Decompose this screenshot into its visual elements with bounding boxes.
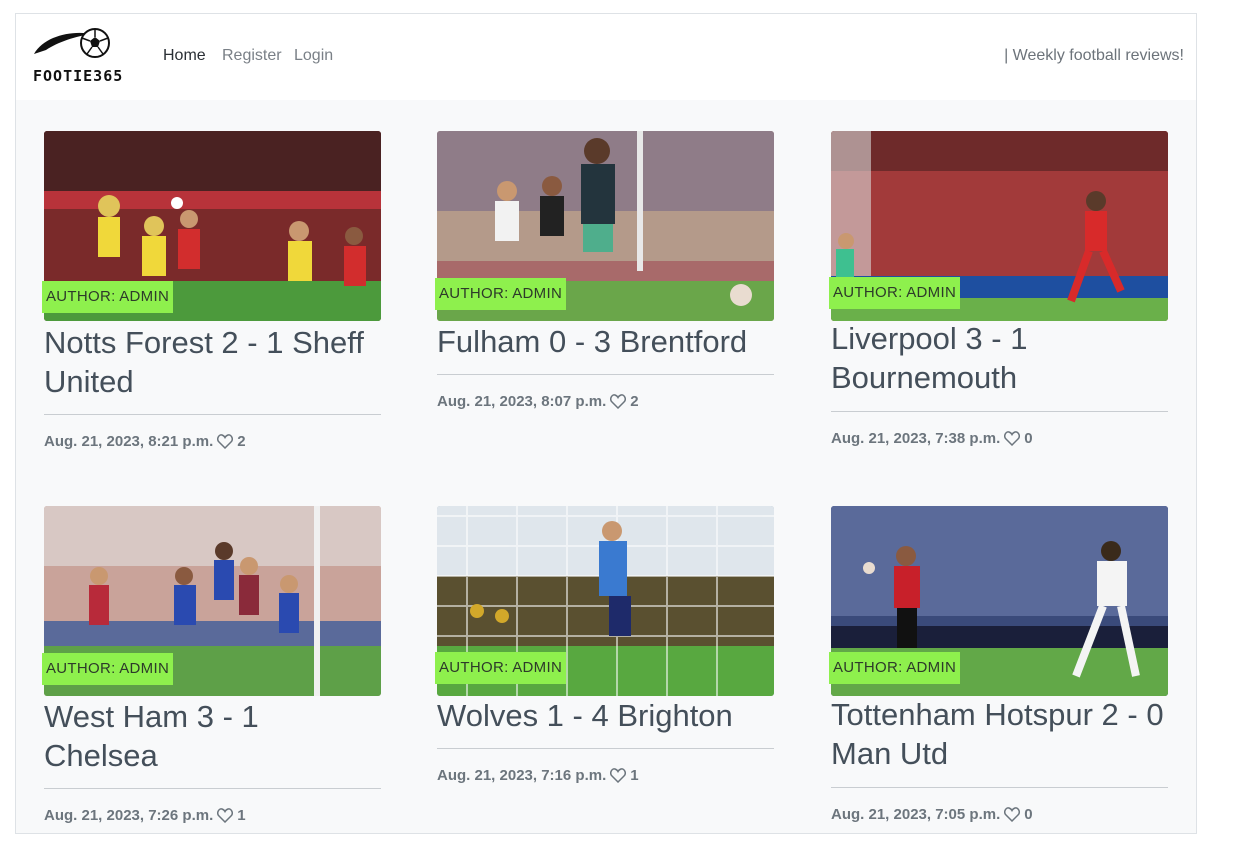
heart-icon[interactable] [610, 768, 627, 783]
brand-name: FOOTIE365 [33, 67, 124, 85]
author-badge: AUTHOR: ADMIN [829, 277, 961, 309]
nav-register-link[interactable]: Register [222, 47, 282, 65]
post-title[interactable]: West Ham 3 - 1 Chelsea [44, 697, 381, 775]
like-count: 1 [630, 767, 639, 784]
post-meta: Aug. 21, 2023, 7:05 p.m. 0 [831, 806, 1033, 823]
post-title[interactable]: Fulham 0 - 3 Brentford [437, 322, 774, 361]
divider [44, 414, 381, 415]
post-date: Aug. 21, 2023, 7:26 p.m. [44, 807, 214, 824]
post-title[interactable]: Tottenham Hotspur 2 - 0 Man Utd [831, 695, 1168, 773]
post-date: Aug. 21, 2023, 7:05 p.m. [831, 806, 1001, 823]
post-title[interactable]: Wolves 1 - 4 Brighton [437, 696, 774, 735]
divider [437, 748, 774, 749]
author-badge: AUTHOR: ADMIN [42, 281, 174, 313]
post-date: Aug. 21, 2023, 8:21 p.m. [44, 433, 214, 450]
divider [831, 411, 1168, 412]
author-badge: AUTHOR: ADMIN [829, 652, 961, 684]
like-count: 2 [630, 393, 639, 410]
navbar: FOOTIE365 Home Register Login | Weekly f… [16, 14, 1196, 100]
like-count: 1 [237, 807, 246, 824]
post-meta: Aug. 21, 2023, 7:16 p.m. 1 [437, 767, 639, 784]
heart-icon[interactable] [1004, 807, 1021, 822]
post-title[interactable]: Liverpool 3 - 1 Bournemouth [831, 319, 1168, 397]
like-count: 2 [237, 433, 246, 450]
page-frame: FOOTIE365 Home Register Login | Weekly f… [15, 13, 1197, 834]
divider [437, 374, 774, 375]
site-tagline: | Weekly football reviews! [1004, 47, 1184, 64]
author-badge: AUTHOR: ADMIN [435, 278, 567, 310]
heart-icon[interactable] [217, 434, 234, 449]
divider [831, 787, 1168, 788]
brand-logo[interactable]: FOOTIE365 [32, 26, 138, 88]
heart-icon[interactable] [1004, 431, 1021, 446]
post-meta: Aug. 21, 2023, 7:38 p.m. 0 [831, 430, 1033, 447]
heart-icon[interactable] [217, 808, 234, 823]
nav-login-link[interactable]: Login [294, 47, 333, 65]
divider [44, 788, 381, 789]
post-meta: Aug. 21, 2023, 8:21 p.m. 2 [44, 433, 246, 450]
author-badge: AUTHOR: ADMIN [435, 652, 567, 684]
post-meta: Aug. 21, 2023, 7:26 p.m. 1 [44, 807, 246, 824]
author-badge: AUTHOR: ADMIN [42, 653, 174, 685]
post-meta: Aug. 21, 2023, 8:07 p.m. 2 [437, 393, 639, 410]
nav-home-link[interactable]: Home [163, 47, 206, 65]
post-date: Aug. 21, 2023, 8:07 p.m. [437, 393, 607, 410]
post-date: Aug. 21, 2023, 7:38 p.m. [831, 430, 1001, 447]
post-date: Aug. 21, 2023, 7:16 p.m. [437, 767, 607, 784]
heart-icon[interactable] [610, 394, 627, 409]
like-count: 0 [1024, 430, 1033, 447]
post-title[interactable]: Notts Forest 2 - 1 Sheff United [44, 323, 381, 401]
like-count: 0 [1024, 806, 1033, 823]
football-logo-icon [34, 28, 110, 58]
